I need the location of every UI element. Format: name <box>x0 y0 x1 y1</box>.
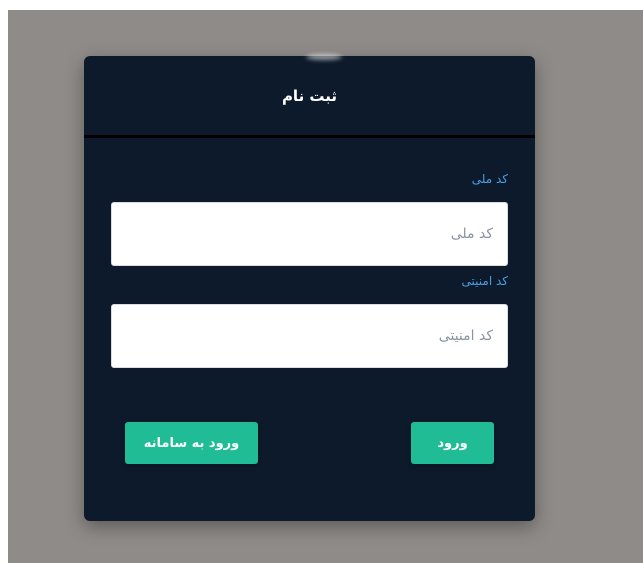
register-card: ثبت نام کد ملی کد امنیتی ورود ورود به سا… <box>84 54 535 521</box>
card-header: ثبت نام <box>84 56 535 138</box>
national-code-input[interactable] <box>111 202 508 266</box>
security-code-input[interactable] <box>111 304 508 368</box>
enter-system-button[interactable]: ورود به سامانه <box>125 422 258 464</box>
security-code-label: کد امنیتی <box>461 274 508 288</box>
national-code-label: کد ملی <box>471 172 508 186</box>
card-title: ثبت نام <box>281 86 338 105</box>
login-button[interactable]: ورود <box>411 422 494 464</box>
